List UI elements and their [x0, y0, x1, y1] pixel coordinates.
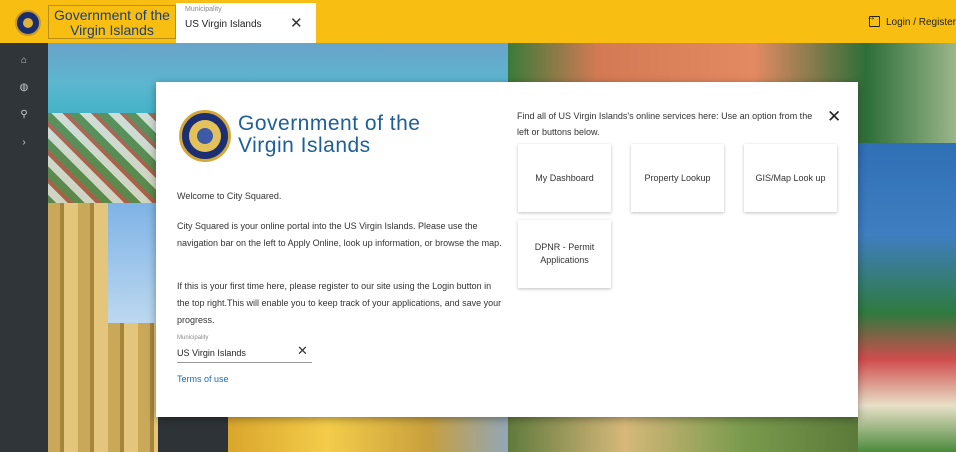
- dialog-municipality-value[interactable]: US Virgin Islands: [177, 348, 246, 358]
- government-seal-icon: [179, 110, 231, 162]
- dialog-municipality-selector[interactable]: Municipality US Virgin Islands ✕: [177, 335, 312, 363]
- register-paragraph: If this is your first time here, please …: [177, 281, 502, 325]
- welcome-text: Welcome to City Squared.: [177, 191, 282, 201]
- gis-map-lookup-button[interactable]: GIS/Map Look up: [744, 144, 837, 212]
- services-instructions: Find all of US Virgin Islands's online s…: [517, 111, 813, 137]
- intro-paragraph: City Squared is your online portal into …: [177, 221, 502, 248]
- dialog-title-text: Government of the Virgin Islands: [238, 112, 421, 157]
- terms-of-use-link[interactable]: Terms of use: [177, 374, 229, 384]
- login-label: Login / Register: [885, 17, 956, 28]
- clear-municipality-icon[interactable]: ✕: [290, 14, 303, 32]
- login-register-button[interactable]: Login / Register: [866, 12, 956, 28]
- search-icon[interactable]: ⚲: [18, 109, 30, 121]
- garden-photo: [508, 413, 858, 452]
- sky-photo: [108, 203, 158, 323]
- property-lookup-button[interactable]: Property Lookup: [631, 144, 724, 212]
- municipality-caption: Municipality: [185, 6, 222, 13]
- municipality-selector[interactable]: Municipality US Virgin Islands ✕: [176, 3, 316, 43]
- chevron-right-icon[interactable]: ›: [18, 137, 30, 149]
- close-dialog-icon[interactable]: ✕: [827, 107, 841, 127]
- palm-building-photo: [858, 143, 956, 452]
- clear-dialog-municipality-icon[interactable]: ✕: [297, 343, 308, 359]
- home-icon[interactable]: ⌂: [18, 55, 30, 67]
- dialog-title: Government of the Virgin Islands: [238, 113, 458, 157]
- site-title[interactable]: Government of the Virgin Islands: [48, 5, 176, 39]
- globe-icon[interactable]: ◍: [18, 82, 30, 94]
- sidebar: ⌂ ◍ ⚲ ›: [0, 43, 48, 452]
- dialog-municipality-caption: Municipality: [177, 335, 209, 341]
- top-bar: Government of the Virgin Islands Municip…: [0, 0, 956, 43]
- my-dashboard-button[interactable]: My Dashboard: [518, 144, 611, 212]
- municipality-value[interactable]: US Virgin Islands: [185, 19, 262, 30]
- dpnr-permit-applications-button[interactable]: DPNR - Permit Applications: [518, 220, 611, 288]
- government-seal-logo[interactable]: [15, 10, 41, 36]
- login-icon: [866, 12, 880, 27]
- welcome-dialog: Government of the Virgin Islands Welcome…: [156, 82, 858, 417]
- street-photo: [228, 413, 528, 452]
